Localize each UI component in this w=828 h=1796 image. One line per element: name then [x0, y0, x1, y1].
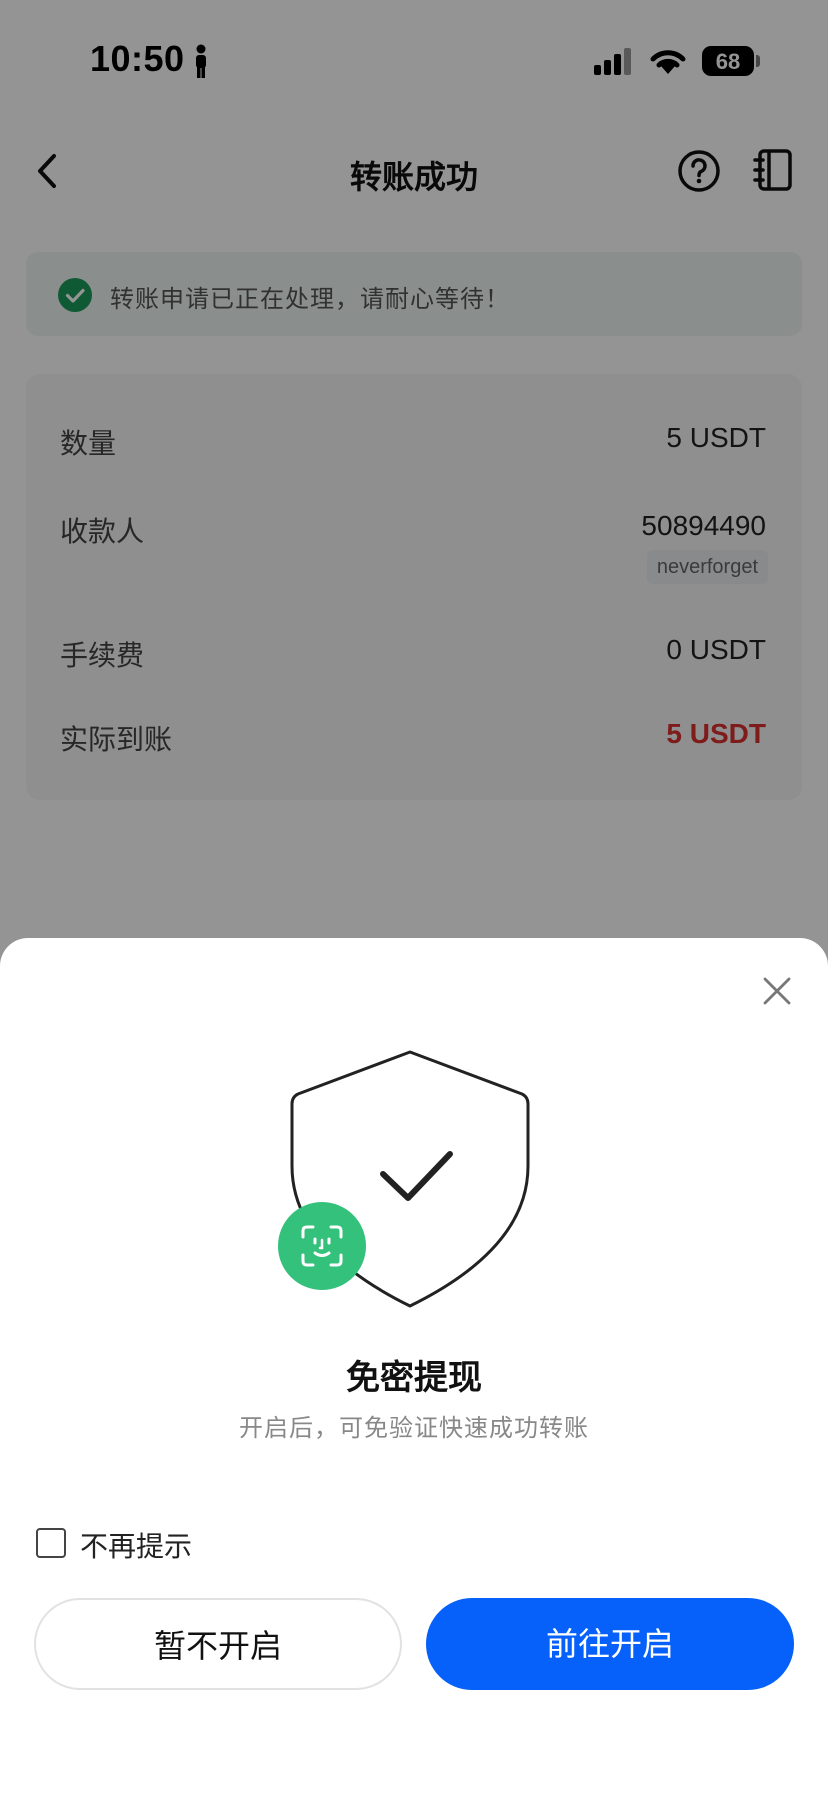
- dont-remind-checkbox[interactable]: [36, 1528, 66, 1558]
- sheet-title: 免密提现: [346, 1359, 482, 1397]
- go-enable-button[interactable]: 前往开启: [426, 1598, 794, 1690]
- face-id-badge: [278, 1202, 366, 1290]
- face-id-icon: [301, 1225, 343, 1267]
- sheet-subtitle: 开启后，可免验证快速成功转账: [239, 1415, 589, 1442]
- bottom-sheet: 免密提现 开启后，可免验证快速成功转账 不再提示 暂不开启 前往开启: [0, 938, 828, 1796]
- close-icon[interactable]: [760, 974, 794, 1008]
- screen: 10:50 68 转账成功 转账申请已正在处理，请耐心等待！ 数量 5 USDT…: [0, 0, 828, 1796]
- not-now-button[interactable]: 暂不开启: [34, 1598, 402, 1690]
- dont-remind-label[interactable]: 不再提示: [80, 1525, 192, 1565]
